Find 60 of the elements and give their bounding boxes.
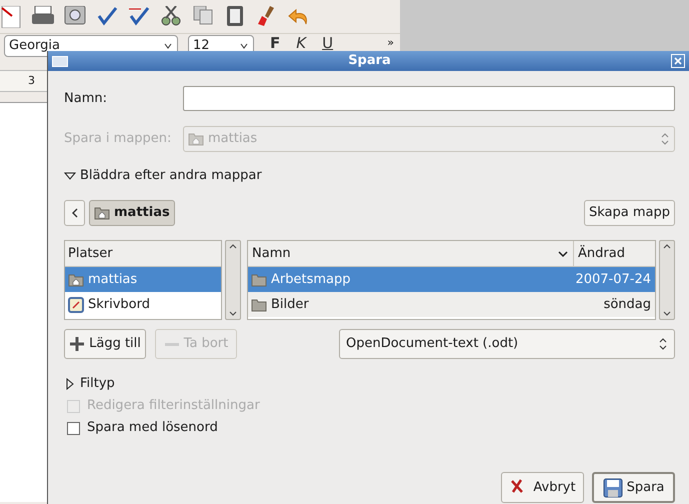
file-date: söndag [602,296,652,314]
chevron-left-icon [70,208,78,218]
sort-caret-icon [557,250,569,258]
font-name: Georgia [9,37,60,56]
home-folder-icon [94,205,110,221]
name-field[interactable] [183,86,675,111]
file-name: Arbetsmapp [271,270,350,289]
format-button[interactable]: K [296,36,306,51]
spellcheck-icon [96,6,118,28]
font-size: 12 [193,37,210,56]
window-icon [52,56,68,66]
plus-icon [69,336,86,352]
format-button[interactable]: U [322,36,334,51]
ruler-number: 3 [28,72,35,89]
file-row[interactable]: Arbetsmapp 2007-07-24 [248,267,655,292]
path-button[interactable]: mattias [89,200,175,226]
cancel-button[interactable]: Avbryt [501,472,584,503]
create-folder-button[interactable]: Skapa mapp [584,200,675,226]
expander[interactable]: Bläddra efter andra mappar [64,166,673,186]
home-folder-icon [68,272,84,288]
folder-icon [251,272,267,288]
caret-icon [163,41,173,51]
remove-button: Ta bort [155,329,237,359]
window-title: Spara [347,52,392,70]
scissors-icon [160,6,182,28]
spellcheck-icon [128,6,150,28]
copy-icon [192,6,214,28]
desktop-icon [68,296,84,312]
spin-arrows-icon [658,337,668,351]
add-button[interactable]: Lägg till [64,329,146,359]
expand-triangle-icon [64,378,76,390]
expander[interactable]: Filtyp [64,374,673,394]
checkbox-option: Redigera filterinställningar [64,396,673,416]
file-name: Bilder [271,296,309,314]
file-row[interactable]: Bilder söndag [248,292,655,317]
column-header[interactable]: Ändrad [574,241,655,266]
filter-combo[interactable]: OpenDocument-text (.odt) [339,329,675,359]
caret-icon [239,41,249,51]
spin-arrows-icon [660,132,670,146]
save-button[interactable]: Spara [592,472,675,503]
place-item[interactable]: Skrivbord [65,292,221,317]
checkbox-option[interactable]: Spara med lösenord [64,418,673,438]
close-button[interactable] [671,54,685,68]
scrollbar[interactable] [225,240,241,320]
file-date: 2007-07-24 [574,270,652,289]
back-button[interactable] [64,200,85,226]
column-header[interactable]: Namn [248,241,574,266]
folder-icon [251,296,267,312]
place-item[interactable]: mattias [65,267,221,292]
scrollbar[interactable] [659,240,675,320]
name-label: Namn: [64,90,108,108]
minus-icon [164,342,180,346]
close-icon [673,56,683,66]
column-header[interactable]: Platser [65,241,221,267]
home-folder-icon [188,131,204,147]
format-button[interactable]: F [270,36,280,51]
toolbar-overflow[interactable]: » [387,35,394,52]
location-combo: mattias [183,126,675,152]
location-label: Spara i mappen: [64,130,172,148]
collapse-triangle-icon [64,170,76,182]
